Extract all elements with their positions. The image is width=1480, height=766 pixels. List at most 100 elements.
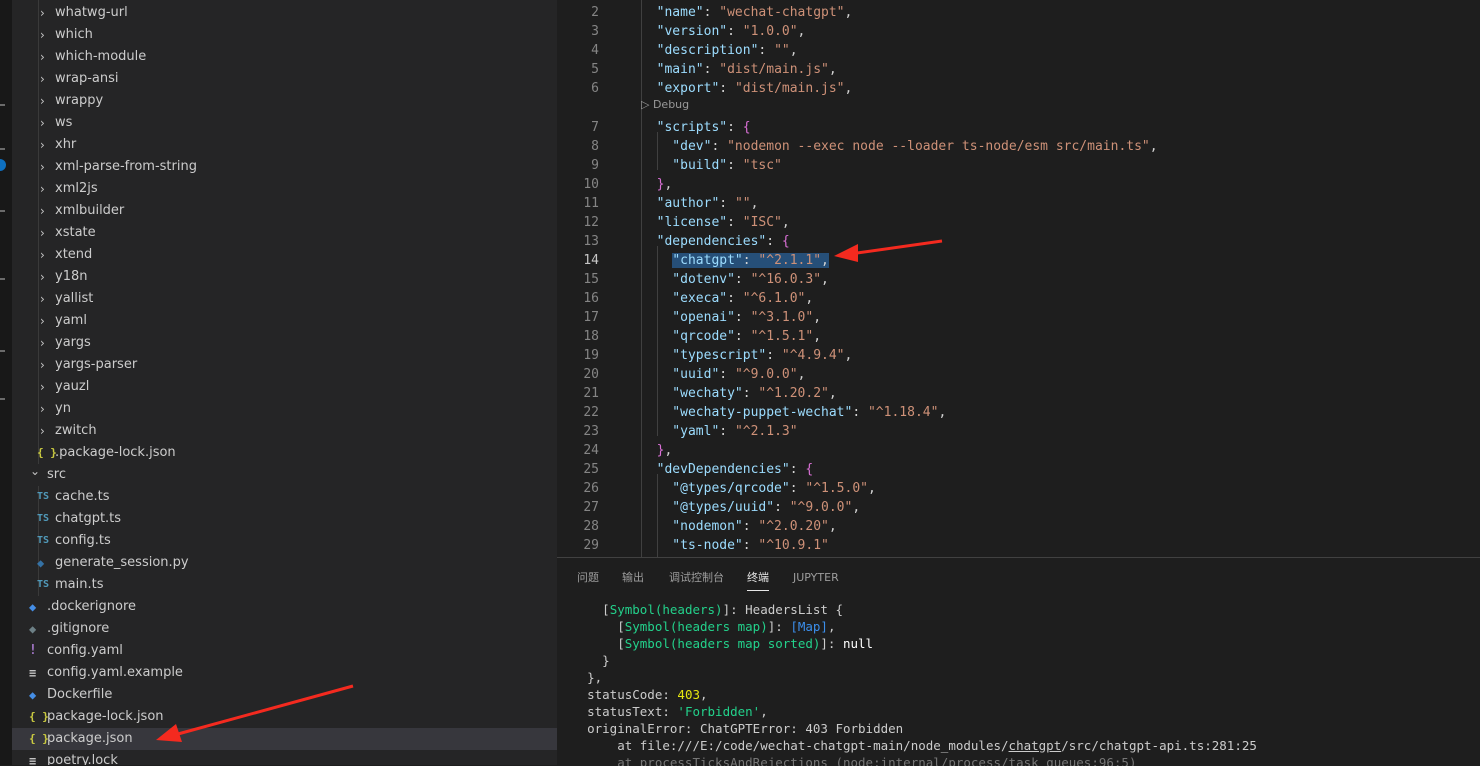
terminal-segment: [ (557, 636, 625, 651)
debug-codelens[interactable]: ▷ Debug (641, 97, 689, 113)
tree-file[interactable]: { } package.json (12, 728, 557, 750)
code-line[interactable]: 25 "devDependencies": { (557, 460, 1480, 479)
tree-file[interactable]: ◆ .dockerignore (12, 596, 557, 618)
tree-item-label: cache.ts (55, 489, 110, 504)
tree-file[interactable]: TS cache.ts (12, 486, 557, 508)
code-token: "wechat-chatgpt" (719, 5, 845, 20)
activity-mark[interactable] (0, 104, 5, 106)
code-token: : (742, 253, 759, 268)
activity-mark[interactable] (0, 278, 5, 280)
tree-folder[interactable]: › zwitch (12, 420, 557, 442)
chevron-right-icon: › (40, 402, 45, 416)
tree-folder[interactable]: › ws (12, 112, 557, 134)
code-token: "^4.9.4" (781, 348, 845, 363)
tree-file[interactable]: ◆ generate_session.py (12, 552, 557, 574)
code-line[interactable]: 12 "license": "ISC", (557, 213, 1480, 232)
code-line[interactable]: 26 "@types/qrcode": "^1.5.0", (557, 479, 1480, 498)
tree-file[interactable]: ◆ Dockerfile (12, 684, 557, 706)
code-line[interactable]: 28 "nodemon": "^2.0.20", (557, 517, 1480, 536)
tree-item-label: .package-lock.json (55, 445, 176, 460)
line-number: 17 (583, 310, 599, 325)
panel-tab[interactable]: 调试控制台 (669, 566, 724, 590)
code-editor[interactable]: ▷ Debug 2 "name": "wechat-chatgpt", 3 "ve… (557, 0, 1480, 557)
code-line[interactable]: 24 }, (557, 441, 1480, 460)
activity-mark[interactable] (0, 350, 5, 352)
line-number: 13 (583, 234, 599, 249)
tree-folder[interactable]: › xtend (12, 244, 557, 266)
code-line[interactable]: 27 "@types/uuid": "^9.0.0", (557, 498, 1480, 517)
code-line[interactable]: 7 "scripts": { (557, 118, 1480, 137)
tree-file[interactable]: ◆ .gitignore (12, 618, 557, 640)
tree-file[interactable]: ≡ config.yaml.example (12, 662, 557, 684)
code-token: , (797, 367, 806, 382)
typescript-file-icon: TS (37, 535, 50, 546)
code-line[interactable]: 4 "description": "", (557, 41, 1480, 60)
tree-folder[interactable]: › yallist (12, 288, 557, 310)
code-token: "^3.1.0" (750, 310, 814, 325)
code-line[interactable]: 23 "yaml": "^2.1.3" (557, 422, 1480, 441)
tree-folder[interactable]: › yargs-parser (12, 354, 557, 376)
tree-folder[interactable]: ⌄ src (12, 464, 557, 486)
code-line[interactable]: 10 }, (557, 175, 1480, 194)
code-token: : (734, 272, 751, 287)
activity-mark[interactable] (0, 148, 5, 150)
code-token: "dist/main.js" (719, 62, 829, 77)
tree-folder[interactable]: › wrappy (12, 90, 557, 112)
code-token: "build" (641, 158, 728, 173)
panel-tab[interactable]: 输出 (622, 566, 644, 590)
code-line[interactable]: 14 "chatgpt": "^2.1.1", (557, 251, 1480, 270)
activity-mark[interactable] (0, 398, 5, 400)
code-line[interactable]: 2 "name": "wechat-chatgpt", (557, 3, 1480, 22)
code-line[interactable]: 5 "main": "dist/main.js", (557, 60, 1480, 79)
tree-folder[interactable]: › xhr (12, 134, 557, 156)
code-token: "uuid" (641, 367, 720, 382)
code-line[interactable]: 21 "wechaty": "^1.20.2", (557, 384, 1480, 403)
tree-file[interactable]: ! config.yaml (12, 640, 557, 662)
code-line[interactable]: 6 "export": "dist/main.js", (557, 79, 1480, 98)
tree-folder[interactable]: › yaml (12, 310, 557, 332)
code-line[interactable]: 11 "author": "", (557, 194, 1480, 213)
tree-folder[interactable]: › xml2js (12, 178, 557, 200)
tree-folder[interactable]: › which (12, 24, 557, 46)
activity-mark[interactable] (0, 210, 5, 212)
tree-folder[interactable]: › xstate (12, 222, 557, 244)
code-line[interactable]: 8 "dev": "nodemon --exec node --loader t… (557, 137, 1480, 156)
tree-file[interactable]: TS main.ts (12, 574, 557, 596)
tree-folder[interactable]: › xmlbuilder (12, 200, 557, 222)
code-line[interactable]: 17 "openai": "^3.1.0", (557, 308, 1480, 327)
code-token: "description" (641, 43, 759, 58)
code-line[interactable]: 18 "qrcode": "^1.5.1", (557, 327, 1480, 346)
panel-tab[interactable]: 问题 (577, 566, 599, 590)
tree-file[interactable]: { } .package-lock.json (12, 442, 557, 464)
tree-folder[interactable]: › y18n (12, 266, 557, 288)
typescript-file-icon: TS (37, 579, 50, 590)
code-token: "^1.20.2" (758, 386, 829, 401)
tree-folder[interactable]: › which-module (12, 46, 557, 68)
code-token: , (821, 253, 829, 268)
tree-folder[interactable]: › whatwg-url (12, 2, 557, 24)
code-line[interactable]: 22 "wechaty-puppet-wechat": "^1.18.4", (557, 403, 1480, 422)
tree-folder[interactable]: › yn (12, 398, 557, 420)
code-line[interactable]: 15 "dotenv": "^16.0.3", (557, 270, 1480, 289)
tree-file[interactable]: TS chatgpt.ts (12, 508, 557, 530)
panel-tab[interactable]: JUPYTER (793, 566, 839, 590)
tree-file[interactable]: { } package-lock.json (12, 706, 557, 728)
code-line[interactable]: 29 "ts-node": "^10.9.1" (557, 536, 1480, 555)
code-line[interactable]: 3 "version": "1.0.0", (557, 22, 1480, 41)
tree-folder[interactable]: › wrap-ansi (12, 68, 557, 90)
tree-file[interactable]: TS config.ts (12, 530, 557, 552)
code-token: , (797, 24, 806, 39)
code-line[interactable]: 20 "uuid": "^9.0.0", (557, 365, 1480, 384)
code-line[interactable]: 13 "dependencies": { (557, 232, 1480, 251)
code-line[interactable]: 16 "execa": "^6.1.0", (557, 289, 1480, 308)
tree-folder[interactable]: › yargs (12, 332, 557, 354)
code-line[interactable]: 19 "typescript": "^4.9.4", (557, 346, 1480, 365)
code-line[interactable]: 9 "build": "tsc" (557, 156, 1480, 175)
tree-folder[interactable]: › yauzl (12, 376, 557, 398)
code-token: "name" (641, 5, 704, 20)
panel-tab[interactable]: 终端 (747, 566, 769, 591)
tree-folder[interactable]: › xml-parse-from-string (12, 156, 557, 178)
line-number: 8 (591, 139, 599, 154)
tree-file[interactable]: ≡ poetry.lock (12, 750, 557, 765)
code-token: , (868, 481, 876, 496)
